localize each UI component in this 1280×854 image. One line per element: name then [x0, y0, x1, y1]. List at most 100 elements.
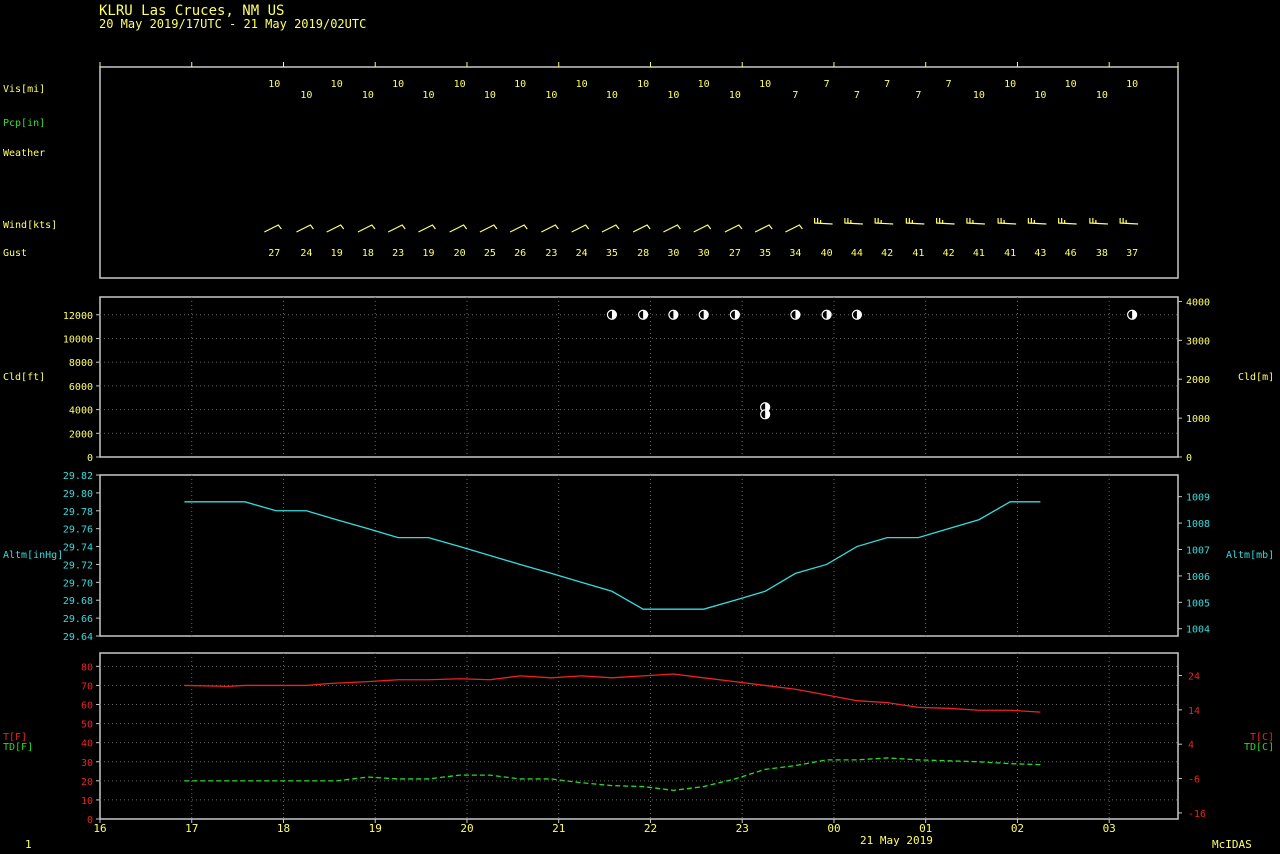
gust-value: 40 — [821, 248, 833, 259]
wind-barb — [571, 224, 590, 233]
obs-row-label: Pcp[in] — [3, 118, 45, 129]
altimeter-ytick-label-left: 29.66 — [63, 614, 93, 625]
altimeter-ytick-label-right: 1005 — [1186, 598, 1210, 609]
visibility-value: 10 — [362, 90, 374, 101]
altimeter-ytick-label-left: 29.74 — [63, 543, 93, 554]
wind-barb — [844, 218, 863, 225]
gust-value: 35 — [759, 248, 771, 259]
wind-barb — [357, 224, 376, 233]
cloud-ytick-label-left: 2000 — [69, 429, 93, 440]
altimeter-ytick-label-left: 29.80 — [63, 489, 93, 500]
temperature-ytick-label-left: 60 — [81, 701, 93, 712]
cloud-ytick-label-right: 4000 — [1186, 297, 1210, 308]
time-range-subtitle: 20 May 2019/17UTC - 21 May 2019/02UTC — [99, 17, 366, 31]
meteogram: KLRU Las Cruces, NM US 20 May 2019/17UTC… — [0, 0, 1280, 851]
x-axis-tick-label: 03 — [1103, 822, 1116, 835]
wind-barb — [966, 218, 985, 225]
cloud-ytick-label-right: 2000 — [1186, 375, 1210, 386]
visibility-value: 10 — [484, 90, 496, 101]
visibility-value: 10 — [637, 79, 649, 90]
visibility-value: 10 — [1034, 90, 1046, 101]
x-axis-tick-label: 19 — [369, 822, 382, 835]
altimeter-ytick-label-left: 29.78 — [63, 507, 93, 518]
temperature-ytick-label-left: 50 — [81, 720, 93, 731]
wind-barb — [785, 224, 803, 233]
cloud-ytick-label-left: 12000 — [63, 311, 93, 322]
x-axis-tick-label: 23 — [736, 822, 749, 835]
wind-barb — [326, 224, 345, 233]
altimeter-ylabel-left: Altm[inHg] — [3, 550, 63, 561]
temperature-ytick-label-right: -6 — [1188, 775, 1200, 786]
visibility-value: 10 — [422, 90, 434, 101]
gust-value: 20 — [454, 248, 466, 259]
wind-barb — [1058, 218, 1077, 225]
page-number: 1 — [25, 838, 32, 850]
temperature-ytick-label-right: 14 — [1188, 706, 1200, 717]
temperature-ytick-label-left: 40 — [81, 739, 93, 750]
gust-value: 24 — [300, 248, 312, 259]
temperature-ytick-label-left: 0 — [87, 815, 93, 826]
gust-value: 30 — [698, 248, 710, 259]
temperature-ytick-label-left: 20 — [81, 777, 93, 788]
wind-barb — [601, 224, 620, 233]
cloud-ytick-label-left: 6000 — [69, 382, 93, 393]
altimeter-panel-frame — [99, 474, 1179, 637]
gust-value: 18 — [362, 248, 374, 259]
altimeter-ytick-label-left: 29.76 — [63, 525, 93, 536]
date-label: 21 May 2019 — [860, 834, 933, 847]
wind-barb — [936, 218, 955, 225]
visibility-value: 7 — [792, 90, 798, 101]
wind-barb — [1027, 218, 1047, 225]
visibility-value: 10 — [698, 79, 710, 90]
visibility-value: 10 — [514, 79, 526, 90]
gust-value: 19 — [422, 248, 434, 259]
gust-value: 42 — [881, 248, 893, 259]
obs-panel-frame — [99, 66, 1179, 279]
x-axis-tick-label: 20 — [460, 822, 473, 835]
x-axis-tick-label: 21 — [552, 822, 565, 835]
obs-row-label: Vis[mi] — [3, 84, 45, 95]
cloud-ytick-label-right: 1000 — [1186, 414, 1210, 425]
chart-marks: Vis[mi] Pcp[in] Weather Wind[kts] Gust 10 10 10… — [3, 62, 1274, 835]
gust-value: 19 — [331, 248, 343, 259]
temperature-ytick-label-right: 4 — [1188, 740, 1194, 751]
gust-value: 26 — [514, 248, 526, 259]
altimeter-ytick-label-right: 1006 — [1186, 572, 1210, 583]
visibility-value: 10 — [454, 79, 466, 90]
visibility-value: 10 — [545, 90, 557, 101]
visibility-value: 10 — [667, 90, 679, 101]
wind-barb — [632, 224, 651, 233]
visibility-value: 7 — [854, 90, 860, 101]
wind-barb — [1089, 218, 1108, 225]
altimeter-ytick-label-left: 29.64 — [63, 632, 93, 643]
temperature-ytick-label-right: 24 — [1188, 672, 1200, 683]
wind-barb — [1119, 218, 1139, 225]
wind-barb — [874, 218, 894, 225]
x-axis-tick-label: 16 — [93, 822, 106, 835]
altimeter-ytick-label-left: 29.82 — [63, 471, 93, 482]
gust-value: 28 — [637, 248, 649, 259]
gust-value: 43 — [1034, 248, 1046, 259]
altimeter-ytick-label-left: 29.72 — [63, 560, 93, 571]
altimeter-ytick-label-right: 1009 — [1186, 493, 1210, 504]
gust-value: 23 — [545, 248, 557, 259]
gust-value: 34 — [789, 248, 801, 259]
visibility-value: 10 — [300, 90, 312, 101]
wind-barb — [905, 218, 925, 225]
gust-value: 38 — [1096, 248, 1108, 259]
gust-value: 27 — [268, 248, 280, 259]
wind-barb — [693, 224, 712, 233]
visibility-value: 10 — [331, 79, 343, 90]
cloud-ytick-label-right: 3000 — [1186, 336, 1210, 347]
wind-barb — [264, 224, 282, 233]
wind-barb — [724, 224, 743, 233]
cloud-ytick-label-left: 10000 — [63, 334, 93, 345]
cloud-ytick-label-left: 0 — [87, 453, 93, 464]
gust-value: 37 — [1126, 248, 1138, 259]
gust-value: 41 — [973, 248, 985, 259]
x-axis-tick-label: 02 — [1011, 822, 1024, 835]
meteogram-svg: KLRU Las Cruces, NM US 20 May 2019/17UTC… — [3, 3, 1274, 851]
gust-value: 41 — [1004, 248, 1016, 259]
temperature-ytick-label-left: 30 — [81, 758, 93, 769]
obs-row-label: Wind[kts] — [3, 220, 57, 231]
